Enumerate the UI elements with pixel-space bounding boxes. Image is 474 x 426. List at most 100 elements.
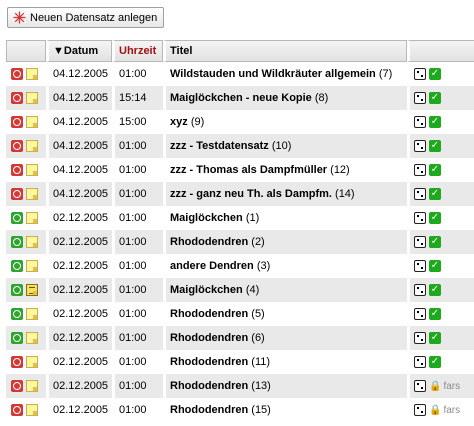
table-row[interactable]: 02.12.2005 01:00 Rhododendren (6) ✓ (6, 326, 474, 350)
dice-icon[interactable] (414, 68, 426, 81)
table-row[interactable]: 04.12.2005 01:00 zzz - ganz neu Th. als Da… (6, 182, 474, 206)
row-title-text[interactable]: zzz - Thomas als Dampfmüller (170, 164, 327, 176)
check-icon[interactable]: ✓ (429, 332, 441, 345)
row-title-text[interactable]: Maiglöckchen (170, 284, 243, 296)
status-icon[interactable] (11, 140, 23, 153)
dice-icon[interactable] (414, 212, 426, 225)
row-title[interactable]: zzz - Testdatensatz (10) (163, 134, 407, 158)
note-icon[interactable] (26, 260, 38, 273)
table-row[interactable]: 02.12.2005 01:00 Rhododendren (13) 🔒 fars (6, 374, 474, 398)
table-row[interactable]: 04.12.2005 01:00 zzz - Testdatensatz (10) ✓ (6, 134, 474, 158)
check-icon[interactable]: ✓ (429, 68, 441, 81)
status-icon[interactable] (11, 332, 23, 345)
check-icon[interactable]: ✓ (429, 308, 441, 321)
row-title-text[interactable]: Wildstauden und Wildkräuter allgemein (170, 68, 376, 80)
table-row[interactable]: 02.12.2005 01:00 Rhododendren (11) ✓ (6, 350, 474, 374)
check-icon[interactable]: ✓ (429, 188, 441, 201)
table-row[interactable]: 02.12.2005 01:00 Maiglöckchen (4) ✓ (6, 278, 474, 302)
row-title-text[interactable]: zzz - ganz neu Th. als Dampfm. (170, 188, 332, 200)
row-title[interactable]: zzz - Thomas als Dampfmüller (12) (163, 158, 407, 182)
note-icon[interactable] (26, 356, 38, 369)
status-icon[interactable] (11, 164, 23, 177)
check-icon[interactable]: ✓ (429, 212, 441, 225)
row-title-text[interactable]: Rhododendren (170, 356, 248, 368)
table-row[interactable]: 02.12.2005 01:00 Maiglöckchen (1) ✓ (6, 206, 474, 230)
dice-icon[interactable] (414, 140, 426, 153)
dice-icon[interactable] (414, 356, 426, 369)
table-row[interactable]: 02.12.2005 01:00 Rhododendren (2) ✓ (6, 230, 474, 254)
dice-icon[interactable] (414, 332, 426, 345)
status-icon[interactable] (11, 260, 23, 273)
table-row[interactable]: 04.12.2005 01:00 zzz - Thomas als Dampfmül… (6, 158, 474, 182)
row-title[interactable]: Rhododendren (15) (163, 398, 407, 422)
dice-icon[interactable] (414, 116, 426, 129)
check-icon[interactable]: ✓ (429, 236, 441, 249)
note-icon[interactable] (26, 332, 38, 345)
note-icon[interactable] (26, 212, 38, 225)
row-title-text[interactable]: Rhododendren (170, 332, 248, 344)
row-title[interactable]: Rhododendren (6) (163, 326, 407, 350)
row-title[interactable]: zzz - ganz neu Th. als Dampfm. (14) (163, 182, 407, 206)
dice-icon[interactable] (414, 92, 426, 105)
row-title[interactable]: Maiglöckchen (1) (163, 206, 407, 230)
check-icon[interactable]: ✓ (429, 92, 441, 105)
table-row[interactable]: 04.12.2005 01:00 Wildstauden und Wildkräut… (6, 62, 474, 86)
row-title-text[interactable]: Rhododendren (170, 308, 248, 320)
table-row[interactable]: 02.12.2005 01:00 Rhododendren (5) ✓ (6, 302, 474, 326)
status-icon[interactable] (11, 92, 23, 105)
row-title[interactable]: Rhododendren (13) (163, 374, 407, 398)
new-record-button[interactable]: Neuen Datensatz anlegen (7, 7, 165, 28)
dice-icon[interactable] (414, 404, 426, 417)
row-title-text[interactable]: Maiglöckchen - neue Kopie (170, 92, 312, 104)
status-icon[interactable] (11, 356, 23, 369)
status-icon[interactable] (11, 404, 23, 417)
note-icon[interactable] (26, 68, 38, 81)
note-icon[interactable] (26, 308, 38, 321)
note-icon[interactable] (26, 404, 38, 417)
check-icon[interactable]: ✓ (429, 284, 441, 297)
check-icon[interactable]: ✓ (429, 140, 441, 153)
dice-icon[interactable] (414, 308, 426, 321)
status-icon[interactable] (11, 116, 23, 129)
row-title[interactable]: Rhododendren (11) (163, 350, 407, 374)
row-title-text[interactable]: andere Dendren (170, 260, 254, 272)
row-title[interactable]: Maiglöckchen (4) (163, 278, 407, 302)
status-icon[interactable] (11, 236, 23, 249)
dice-icon[interactable] (414, 164, 426, 177)
status-icon[interactable] (11, 308, 23, 321)
row-title-text[interactable]: Maiglöckchen (170, 212, 243, 224)
table-row[interactable]: 04.12.2005 15:00 xyz (9) ✓ (6, 110, 474, 134)
dice-icon[interactable] (414, 260, 426, 273)
check-icon[interactable]: ✓ (429, 116, 441, 129)
note-icon[interactable] (26, 116, 38, 129)
table-row[interactable]: 04.12.2005 15:14 Maiglöckchen - neue Kopie… (6, 86, 474, 110)
column-header-title[interactable]: Titel (163, 40, 407, 62)
dice-icon[interactable] (414, 380, 426, 393)
note-icon[interactable] (26, 140, 38, 153)
status-icon[interactable] (11, 284, 23, 297)
note-icon[interactable] (26, 380, 38, 393)
note-icon[interactable] (26, 236, 38, 249)
row-title-text[interactable]: xyz (170, 116, 188, 128)
column-header-time[interactable]: Uhrzeit (112, 40, 163, 62)
table-row[interactable]: 02.12.2005 01:00 andere Dendren (3) ✓ (6, 254, 474, 278)
note-icon[interactable] (26, 92, 38, 105)
column-header-date[interactable]: ▼Datum (46, 40, 112, 62)
note-icon[interactable] (26, 164, 38, 177)
row-title[interactable]: Wildstauden und Wildkräuter allgemein (7… (163, 62, 407, 86)
dice-icon[interactable] (414, 188, 426, 201)
status-icon[interactable] (11, 68, 23, 81)
row-title[interactable]: andere Dendren (3) (163, 254, 407, 278)
check-icon[interactable]: ✓ (429, 356, 441, 369)
row-title[interactable]: Rhododendren (5) (163, 302, 407, 326)
note-icon[interactable] (26, 284, 38, 297)
check-icon[interactable]: ✓ (429, 260, 441, 273)
row-title-text[interactable]: Rhododendren (170, 380, 248, 392)
row-title[interactable]: xyz (9) (163, 110, 407, 134)
status-icon[interactable] (11, 188, 23, 201)
status-icon[interactable] (11, 380, 23, 393)
row-title[interactable]: Rhododendren (2) (163, 230, 407, 254)
table-row[interactable]: 02.12.2005 01:00 Rhododendren (15) 🔒 fars (6, 398, 474, 422)
status-icon[interactable] (11, 212, 23, 225)
row-title-text[interactable]: Rhododendren (170, 404, 248, 416)
